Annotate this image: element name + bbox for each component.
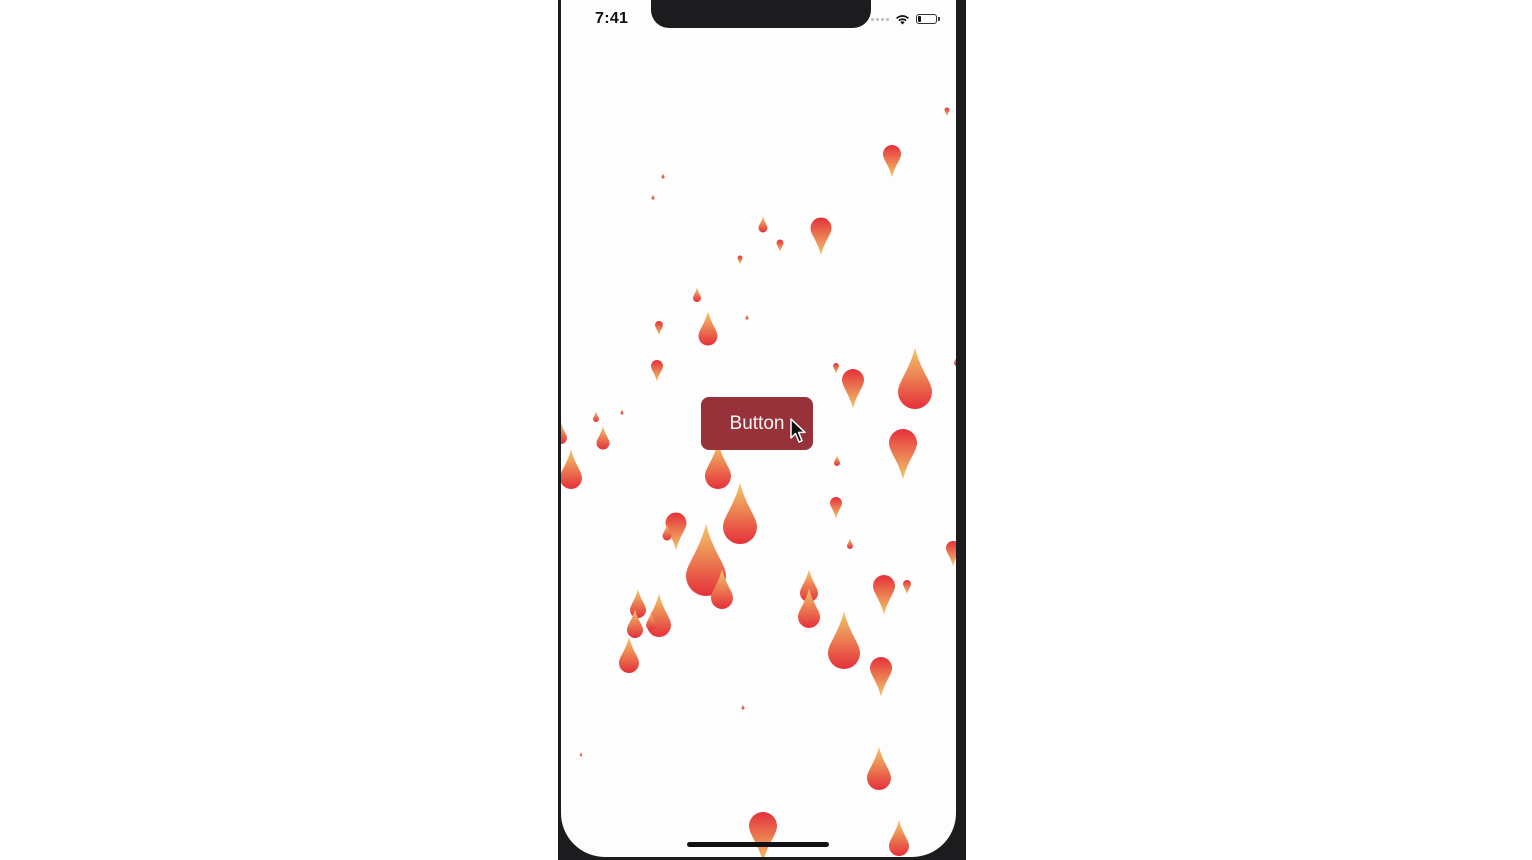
flame-drop-icon	[651, 194, 655, 200]
flame-drop-icon	[833, 363, 839, 374]
phone-screen: 7:41 Button	[561, 0, 956, 857]
flame-drop-icon	[749, 812, 777, 857]
stage: 7:41 Button	[0, 0, 1532, 860]
flame-drop-icon	[596, 426, 610, 450]
flame-drop-icon	[903, 580, 911, 595]
flame-drop-icon	[661, 173, 665, 179]
battery-icon	[916, 14, 940, 24]
flame-drop-icon	[954, 358, 956, 366]
status-time: 7:41	[595, 10, 629, 27]
flame-drop-icon	[723, 482, 757, 544]
flame-drop-icon	[946, 541, 956, 567]
home-indicator	[687, 842, 829, 847]
flame-drop-icon	[889, 429, 917, 480]
flame-drop-icon	[651, 360, 663, 382]
flame-drop-icon	[870, 657, 892, 697]
flame-drop-icon	[867, 746, 891, 790]
flame-drop-icon	[619, 637, 639, 673]
flame-drop-icon	[745, 314, 749, 320]
flame-drop-icon	[830, 497, 842, 519]
cellular-dots-icon	[871, 17, 889, 21]
wifi-icon	[896, 15, 909, 25]
flame-drop-icon	[810, 217, 832, 256]
flame-drop-icon	[561, 422, 567, 444]
flame-drop-icon	[620, 409, 624, 415]
flame-drop-icon	[847, 538, 853, 549]
flame-drop-icon	[630, 589, 646, 618]
flame-drop-icon	[693, 287, 701, 302]
flame-drop-icon	[776, 239, 784, 253]
flame-drop-icon	[758, 216, 768, 233]
battery-level	[918, 16, 921, 22]
flame-drop-icon	[698, 311, 718, 346]
flame-drop-icon	[873, 575, 895, 615]
phone-frame: 7:41 Button	[558, 0, 966, 860]
flame-drop-icon	[834, 455, 840, 466]
flame-drop-icon	[842, 369, 864, 409]
mouse-pointer-icon	[790, 418, 806, 443]
flame-drop-icon	[828, 611, 860, 669]
flame-drop-icon	[579, 751, 583, 757]
flame-drop-icon	[655, 321, 663, 336]
flame-drop-icon	[898, 347, 932, 409]
notch	[651, 0, 871, 28]
flame-drop-icon	[889, 820, 909, 856]
flame-drop-icon	[561, 449, 582, 489]
flame-drop-icon	[944, 107, 950, 117]
flame-drop-icon	[741, 704, 745, 710]
flame-drop-icon	[593, 411, 599, 422]
status-icons	[871, 12, 940, 26]
flame-drop-icon	[737, 255, 743, 265]
flame-drop-icon	[883, 145, 901, 178]
